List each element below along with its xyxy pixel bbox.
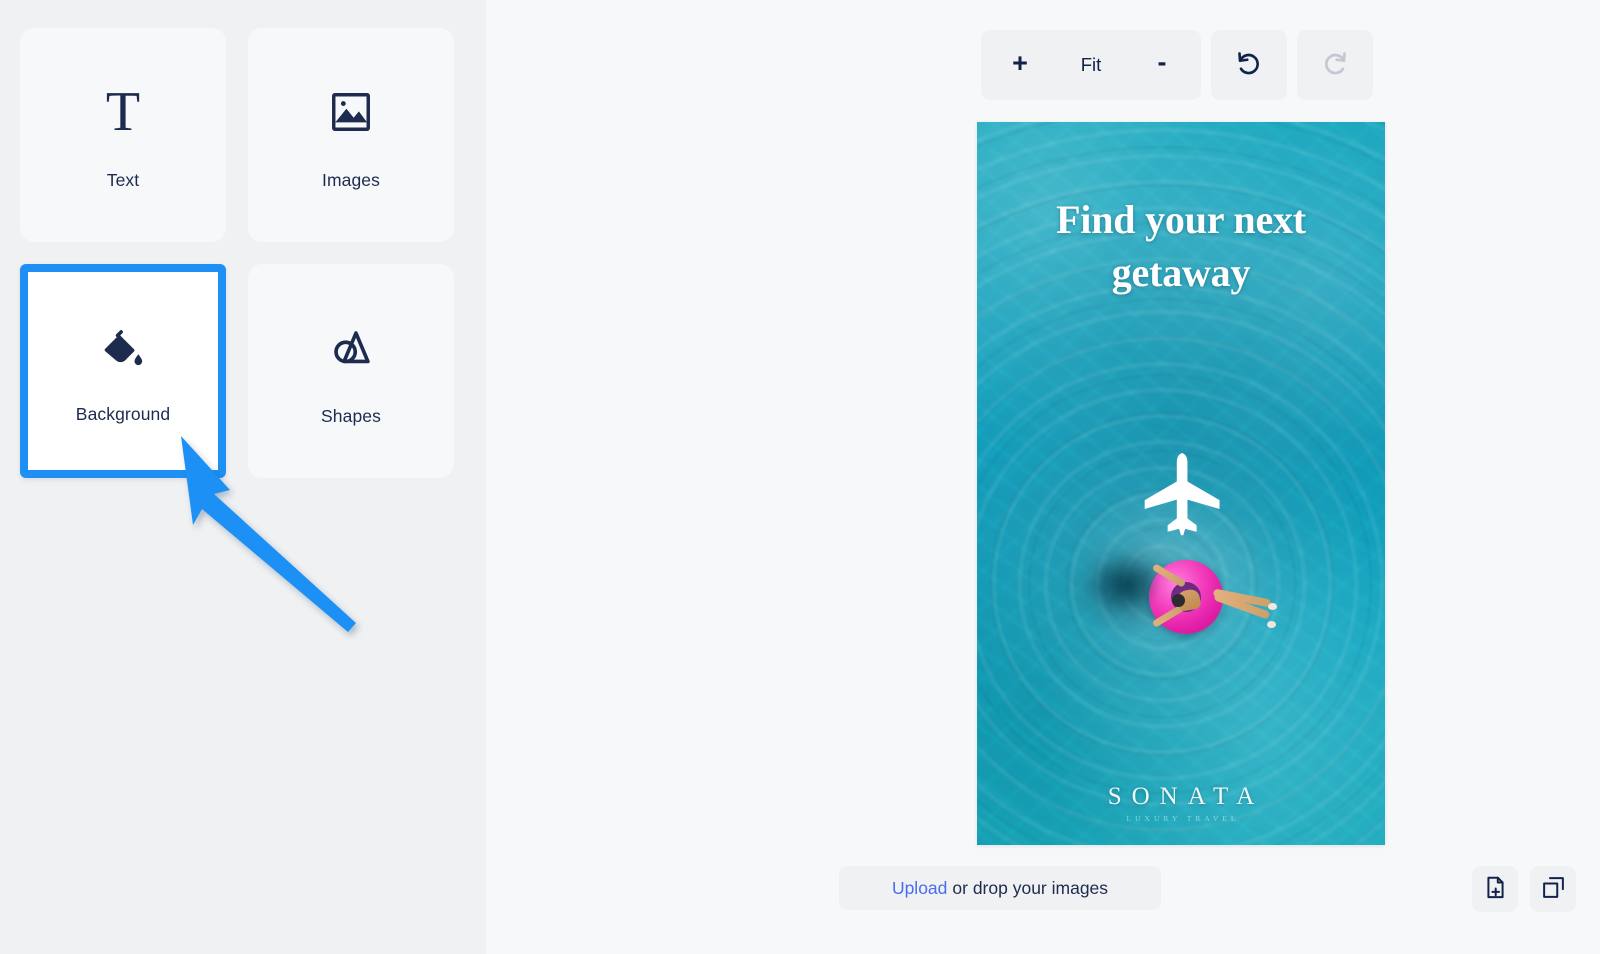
swimmer-foot-a (1268, 603, 1277, 610)
zoom-control-group: + Fit - (981, 30, 1201, 100)
text-t-icon: T (105, 80, 141, 143)
sidebar-item-background[interactable]: Background (20, 264, 226, 478)
image-icon (328, 80, 374, 144)
shapes-icon (328, 316, 374, 380)
brand-subtitle: LUXURY TRAVEL (1126, 814, 1240, 823)
add-page-icon (1483, 875, 1508, 903)
redo-button[interactable] (1297, 30, 1373, 100)
duplicate-page-button[interactable] (1530, 866, 1576, 912)
swimmer-foot-b (1267, 621, 1276, 628)
swimmer-shadow (1089, 556, 1161, 612)
undo-arrow-icon (1234, 49, 1264, 82)
add-page-button[interactable] (1472, 866, 1518, 912)
pool-float-swimmer (1089, 550, 1285, 650)
canvas-toolbar: + Fit - (981, 30, 1373, 100)
poster-artboard[interactable]: Find your next getaway SONATA LUXURY TRA… (977, 122, 1385, 845)
sidebar-item-label-background: Background (75, 403, 171, 424)
sidebar-item-label-text: Text (106, 169, 140, 190)
redo-arrow-icon (1320, 49, 1350, 82)
zoom-fit-button[interactable]: Fit (1053, 30, 1129, 100)
sidebar-item-label-images: Images (322, 169, 380, 190)
sidebar-item-label-shapes: Shapes (321, 405, 381, 426)
zoom-out-button[interactable]: - (1129, 30, 1195, 100)
duplicate-page-icon (1541, 875, 1566, 903)
poster-headline[interactable]: Find your next getaway (1003, 194, 1359, 300)
upload-dropzone[interactable]: Upload or drop your images (839, 866, 1161, 910)
left-sidebar: T Text Images Background Shapes (0, 0, 486, 954)
upload-link[interactable]: Upload (892, 878, 947, 899)
airplane-icon[interactable] (1133, 447, 1229, 548)
canvas-area: + Fit - Find your next getaway SONATA LU… (486, 0, 1600, 954)
sidebar-item-text[interactable]: T Text (20, 28, 226, 242)
swimmer-head (1172, 594, 1185, 607)
paint-bucket-icon (100, 318, 146, 382)
editor-root: T Text Images Background Shapes + Fit - … (0, 0, 1600, 954)
zoom-in-button[interactable]: + (987, 30, 1053, 100)
brand-name: SONATA (1107, 783, 1265, 810)
undo-button[interactable] (1211, 30, 1287, 100)
upload-hint-text: or drop your images (952, 877, 1109, 898)
poster-brand-block[interactable]: SONATA LUXURY TRAVEL (977, 783, 1385, 823)
sidebar-item-shapes[interactable]: Shapes (248, 264, 454, 478)
page-action-group (1472, 866, 1576, 912)
sidebar-item-images[interactable]: Images (248, 28, 454, 242)
tool-tile-grid: T Text Images Background Shapes (20, 28, 460, 478)
